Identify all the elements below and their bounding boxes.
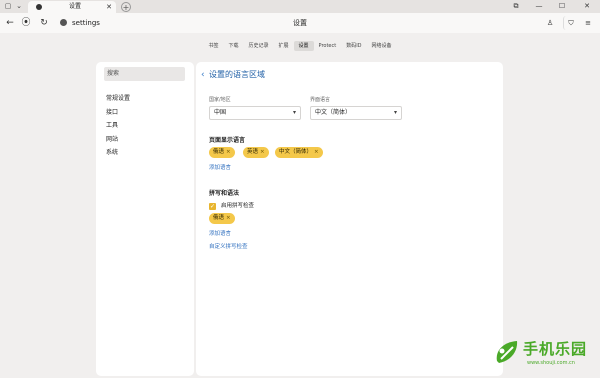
spellcheck-label: 启用拼写检查 [221, 203, 255, 209]
language-chip[interactable]: 俄语 × [209, 147, 235, 158]
page-title: 设置 [293, 19, 307, 27]
remove-icon[interactable]: × [226, 149, 231, 155]
watermark-url: www.shouji.com.cn [527, 360, 575, 366]
shield-icon[interactable]: ⛉ [563, 16, 578, 30]
region-label: 国家/地区 [209, 97, 231, 103]
nav-settings[interactable]: 设置 [293, 41, 314, 51]
remove-icon[interactable]: × [260, 149, 265, 155]
sidebar-item-interface[interactable]: 接口 [106, 106, 130, 120]
chevron-down-icon[interactable]: ⌄ [14, 1, 24, 12]
sidebar-item-system[interactable]: 系统 [106, 146, 130, 160]
section-title: 设置的语言区域 [209, 70, 265, 79]
nav-bookmarks[interactable]: 书签 [203, 41, 223, 51]
nav-extensions[interactable]: 扩展 [273, 41, 293, 51]
menu-icon[interactable]: ≡ [581, 16, 595, 30]
tab-title: 设置 [69, 3, 82, 10]
sidebar-item-tools[interactable]: 工具 [106, 119, 130, 133]
sidebar-item-websites[interactable]: 网站 [106, 133, 130, 147]
nav-history[interactable]: 历史记录 [243, 41, 273, 51]
sidebar-item-general[interactable]: 常规设置 [106, 92, 130, 106]
remove-icon[interactable]: × [226, 215, 231, 221]
chip-label: 中文（简体） [279, 149, 313, 155]
ui-language-value: 中文（简体） [315, 109, 352, 116]
watermark-text: 手机乐园 [523, 340, 588, 358]
page-languages-heading: 页面显示语言 [209, 137, 246, 144]
custom-spellcheck-link[interactable]: 自定义拼写检查 [209, 243, 248, 251]
close-window-icon[interactable]: ✕ [580, 0, 594, 13]
nav-network-devices[interactable]: 网络设备 [367, 41, 397, 51]
nav-downloads[interactable]: 下载 [223, 41, 243, 51]
user-icon[interactable]: ♙ [543, 16, 557, 30]
chevron-down-icon: ▾ [393, 109, 397, 116]
nav-digital-id[interactable]: 数码ID [341, 41, 366, 51]
close-tab-icon[interactable]: ✕ [106, 1, 112, 13]
add-language-link[interactable]: 添加语言 [209, 164, 231, 172]
settings-tab-icon [36, 4, 42, 10]
chip-label: 俄语 [213, 149, 225, 155]
maximize-icon[interactable]: ☐ [555, 0, 569, 13]
tab-menu-icon[interactable]: ▢ [3, 1, 13, 12]
new-tab-button[interactable]: + [121, 2, 131, 12]
chip-label: 英语 [247, 149, 259, 155]
watermark-logo [496, 341, 518, 363]
ui-language-select[interactable]: 中文（简体） ▾ [310, 106, 402, 120]
spelling-heading: 拼写和语法 [209, 190, 240, 197]
spelling-language-chip[interactable]: 俄语 × [209, 213, 235, 224]
chip-label: 俄语 [213, 215, 225, 221]
region-select[interactable]: 中国 ▾ [209, 106, 301, 120]
tab-settings[interactable]: 设置 ✕ [28, 1, 116, 13]
chevron-down-icon: ▾ [292, 109, 296, 116]
minimize-icon[interactable]: — [532, 0, 546, 13]
spellcheck-checkbox[interactable]: ✓ [209, 203, 216, 210]
language-chip[interactable]: 英语 × [243, 147, 269, 158]
add-spelling-language-link[interactable]: 添加语言 [209, 230, 231, 238]
sidebar-nav: 常规设置 接口 工具 网站 系统 [106, 92, 130, 160]
region-value: 中国 [214, 109, 227, 116]
back-chevron-icon[interactable]: ‹ [201, 69, 205, 81]
restore-icon[interactable]: ⧉ [509, 0, 523, 13]
ui-language-label: 界面语言 [310, 97, 331, 103]
language-chip[interactable]: 中文（简体） × [275, 147, 323, 158]
search-input[interactable]: 搜索 [104, 67, 185, 81]
nav-protect[interactable]: Protect [314, 41, 342, 51]
remove-icon[interactable]: × [314, 149, 319, 155]
settings-top-nav: 书签 下载 历史记录 扩展 设置 Protect 数码ID 网络设备 [0, 41, 600, 51]
